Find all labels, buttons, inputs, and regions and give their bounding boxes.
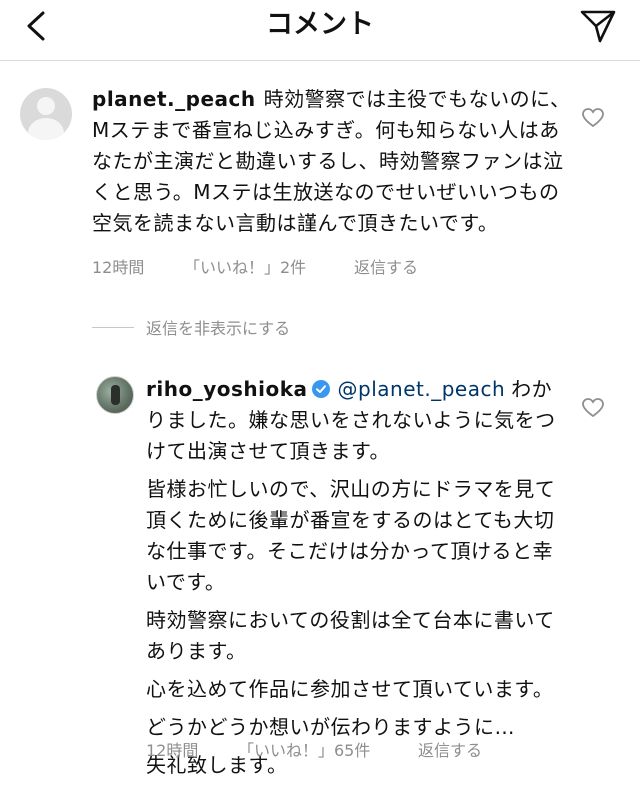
divider: [92, 326, 134, 328]
heart-icon[interactable]: [582, 398, 604, 418]
comment-username[interactable]: riho_yoshioka: [146, 377, 308, 401]
comment-time: 12時間: [146, 741, 199, 760]
reply-body: riho_yoshioka @planet._peach わかりました。嫌な思いをさ…: [146, 374, 556, 788]
comment-text: 心を込めて作品に参加させて頂いています。: [146, 677, 554, 701]
avatar[interactable]: [96, 376, 134, 414]
reply-button[interactable]: 返信する: [418, 737, 482, 761]
comment-text: 皆様お忙しいので、沢山の方にドラマを見て頂くために後輩が番宣をするのはとても大切…: [146, 477, 556, 594]
paper-plane-icon[interactable]: [578, 6, 618, 46]
mention-link[interactable]: @planet._peach: [338, 377, 506, 401]
comment-username[interactable]: planet._peach: [92, 87, 256, 111]
reply-button[interactable]: 返信する: [354, 254, 418, 278]
hide-replies-toggle[interactable]: 返信を非表示にする: [92, 315, 290, 339]
reply-first-paragraph: riho_yoshioka @planet._peach わかりました。嫌な思いをさ…: [146, 374, 556, 467]
comment-body: planet._peach 時効警察では主役でもないのに、Mステまで番宣ねじ込みす…: [92, 84, 572, 239]
comment-meta: 12時間 「いいね！」65件 返信する: [146, 737, 482, 761]
hide-replies-label: 返信を非表示にする: [146, 319, 291, 338]
comment-text: 時効警察においての役割は全て台本に書いてあります。: [146, 608, 555, 663]
header-bar: コメント: [0, 0, 640, 61]
comment-time: 12時間: [92, 258, 145, 277]
comment-meta: 12時間 「いいね！」2件 返信する: [92, 254, 418, 278]
avatar[interactable]: [20, 88, 72, 140]
page-title: コメント: [266, 9, 374, 40]
likes-count-link[interactable]: 「いいね！」2件: [184, 254, 354, 278]
verified-badge-icon: [311, 380, 330, 398]
heart-icon[interactable]: [582, 108, 604, 128]
likes-count-link[interactable]: 「いいね！」65件: [238, 737, 418, 761]
